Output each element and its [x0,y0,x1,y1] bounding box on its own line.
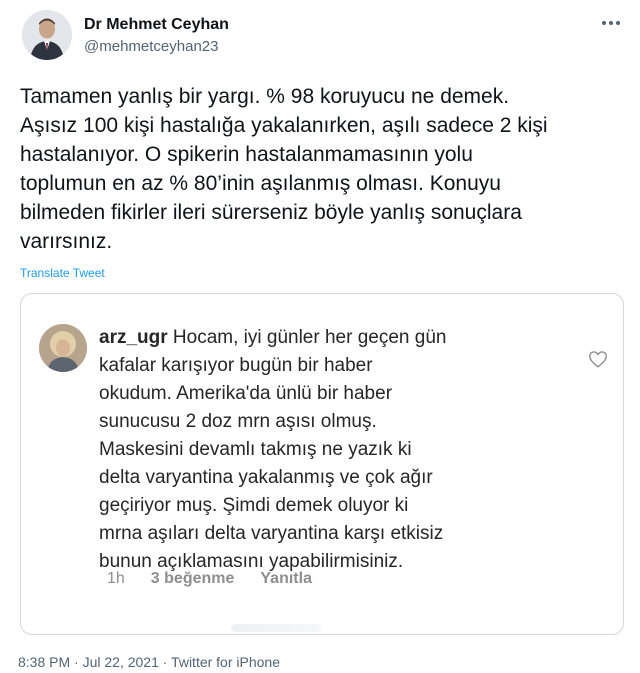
commenter-username: arz_ugr [99,327,168,348]
attached-screenshot[interactable]: arz_ugr Hocam, iyi günler her geçen gün … [20,293,624,635]
tweet-text-line: varırsınız. [20,230,113,253]
tweet-timestamp[interactable]: 8:38 PM · Jul 22, 2021 · Twitter for iPh… [18,654,280,670]
translate-tweet-link[interactable]: Translate Tweet [20,266,105,280]
comment-text-line: geçiriyor muş. Şimdi demek oluyor ki [99,495,409,516]
tweet-text-line: hastalanıyor. O spikerin hastalanmamasın… [20,143,473,166]
author-handle[interactable]: @mehmetceyhan23 [84,38,218,55]
comment-text-line: delta varyantina yakalanmış ve çok ağır [99,467,433,488]
reply-button: Yanıtla [260,570,312,587]
commenter-avatar [39,324,87,372]
tweet-text-line: Aşısız 100 kişi hastalığa yakalanırken, … [20,114,548,137]
comment-text-line: sunucusu 2 doz mrn aşısı olmuş. [99,411,377,432]
tweet-text-line: toplumun en az % 80’inin aşılanmış olmas… [20,172,501,195]
comment-likes: 3 beğenme [150,570,235,587]
tweet-text-line: Tamamen yanlış bir yargı. % 98 koruyucu … [20,85,510,108]
comment-text-line: arz_ugr Hocam, iyi günler her geçen gün [99,324,579,352]
heart-outline-icon [589,351,607,368]
comment-text-line: mrna aşıları delta varyantina karşı etki… [99,523,444,544]
blurred-strip [231,624,321,632]
tweet-text: Tamamen yanlış bir yargı. % 98 koruyucu … [20,82,620,256]
comment-text-line: okudum. Amerika'da ünlü bir haber [99,383,393,404]
more-dots-icon[interactable] [598,14,624,32]
comment-text-line: Maskesini devamlı takmış ne yazık ki [99,439,412,460]
comment-text: arz_ugr Hocam, iyi günler her geçen gün … [99,324,579,576]
tweet-text-line: bilmeden fikirler ileri sürerseniz böyle… [20,201,522,224]
tweet-card: Dr Mehmet Ceyhan @mehmetceyhan23 Tamamen… [0,0,640,673]
author-name[interactable]: Dr Mehmet Ceyhan [84,16,229,34]
comment-text-line: kafalar karışıyor bugün bir haber [99,355,373,376]
comment-time: 1h [107,570,125,587]
comment-text-segment: Hocam, iyi günler her geçen gün [167,327,447,348]
comment-meta: 1h 3 beğenme Yanıtla [107,570,312,588]
author-avatar[interactable] [22,10,72,60]
